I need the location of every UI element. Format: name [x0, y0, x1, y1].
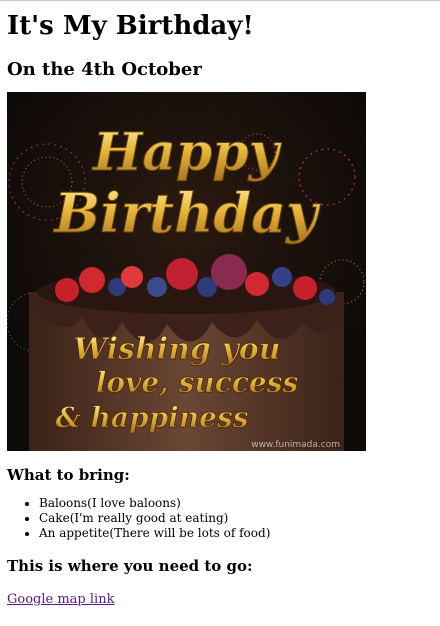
list-item: An appetite(There will be lots of food): [39, 526, 440, 541]
wish-line-2: love, success: [96, 366, 299, 399]
bring-list: Baloons(I love baloons) Cake(I'm really …: [7, 496, 440, 541]
page-title: It's My Birthday!: [7, 11, 254, 41]
list-item: Baloons(I love baloons): [39, 496, 440, 511]
watermark-text: www.funimada.com: [251, 440, 340, 450]
location-heading: This is where you need to go:: [7, 557, 253, 575]
wish-line-1: Wishing you: [73, 332, 280, 367]
list-item: Cake(I'm really good at eating): [39, 511, 440, 526]
google-map-link[interactable]: Google map link: [7, 592, 114, 607]
date-heading: On the 4th October: [7, 59, 202, 80]
birthday-image: Happy Birthday Wishing you love, success…: [7, 92, 366, 451]
birthday-card-graphic: Happy Birthday Wishing you love, success…: [7, 92, 366, 451]
birthday-text: Birthday: [53, 181, 322, 245]
bring-heading: What to bring:: [7, 466, 130, 484]
happy-text: Happy: [91, 122, 283, 183]
wish-line-3: & happiness: [55, 401, 248, 434]
page: It's My Birthday! On the 4th October Hap…: [0, 0, 440, 626]
